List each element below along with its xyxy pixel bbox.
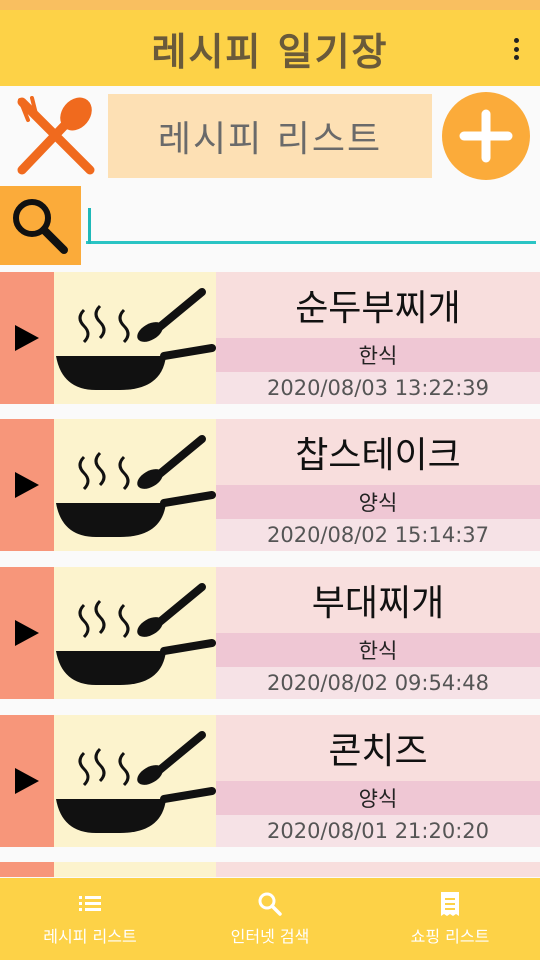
app-bar: 레시피 일기장 <box>0 10 540 86</box>
nav-label: 레시피 리스트 <box>43 927 137 946</box>
recipe-category: 양식 <box>216 485 540 519</box>
cooking-pan-icon <box>54 419 216 551</box>
recipe-card[interactable]: 찹스테이크 양식 2020/08/02 15:14:37 <box>0 419 540 551</box>
recipe-info: 부대찌개 한식 2020/08/02 09:54:48 <box>216 567 540 699</box>
recipe-category: 양식 <box>216 781 540 815</box>
nav-label: 쇼핑 리스트 <box>410 927 490 946</box>
nav-recipe-list[interactable]: 레시피 리스트 <box>0 878 180 960</box>
recipe-category: 한식 <box>216 633 540 667</box>
recipe-card[interactable]: 콘치즈 양식 2020/08/01 21:20:20 <box>0 715 540 847</box>
recipe-info: 콘치즈 양식 2020/08/01 21:20:20 <box>216 715 540 847</box>
recipe-name: 순두부찌개 <box>295 288 461 329</box>
nav-label: 인터넷 검색 <box>230 927 310 946</box>
play-icon <box>15 620 39 646</box>
play-icon <box>15 325 39 351</box>
recipe-date: 2020/08/01 21:20:20 <box>216 815 540 847</box>
recipe-date: 2020/08/02 09:54:48 <box>216 667 540 699</box>
list-title-box: 레시피 리스트 <box>108 94 432 178</box>
status-bar <box>0 0 540 10</box>
cooking-pan-icon <box>54 272 216 404</box>
recipe-category: 한식 <box>216 338 540 372</box>
play-button[interactable] <box>0 862 54 877</box>
recipe-date: 2020/08/03 13:22:39 <box>216 372 540 404</box>
cooking-pan-icon <box>54 567 216 699</box>
recipe-card[interactable]: 순두부찌개 한식 2020/08/03 13:22:39 <box>0 272 540 404</box>
search-icon <box>258 892 282 916</box>
text-cursor <box>88 208 91 244</box>
play-button[interactable] <box>0 715 54 847</box>
recipe-info: 찹스테이크 양식 2020/08/02 15:14:37 <box>216 419 540 551</box>
cooking-pan-icon <box>54 715 216 847</box>
cooking-pan-icon <box>54 862 216 877</box>
magnifier-icon <box>13 199 68 254</box>
recipe-card[interactable]: 부대찌개 한식 2020/08/02 09:54:48 <box>0 567 540 699</box>
add-recipe-button[interactable] <box>442 92 530 180</box>
list-icon <box>79 896 101 911</box>
plus-icon <box>459 109 513 163</box>
play-button[interactable] <box>0 419 54 551</box>
nav-internet-search[interactable]: 인터넷 검색 <box>180 878 360 960</box>
recipe-name: 콘치즈 <box>328 731 428 772</box>
recipe-name: 부대찌개 <box>311 583 445 624</box>
nav-shopping-list[interactable]: 쇼핑 리스트 <box>360 878 540 960</box>
recipe-card-partial[interactable] <box>0 862 540 877</box>
fork-spoon-icon <box>17 96 95 175</box>
recipe-info: 순두부찌개 한식 2020/08/03 13:22:39 <box>216 272 540 404</box>
play-icon <box>15 768 39 794</box>
play-icon <box>15 472 39 498</box>
receipt-icon <box>441 892 459 916</box>
overflow-menu-icon[interactable] <box>506 34 526 64</box>
list-header: 레시피 리스트 <box>0 86 540 186</box>
recipe-info <box>216 862 540 877</box>
search-row <box>0 186 540 266</box>
recipe-name: 찹스테이크 <box>295 435 461 476</box>
play-button[interactable] <box>0 272 54 404</box>
search-button[interactable] <box>0 186 81 265</box>
recipe-list[interactable]: 순두부찌개 한식 2020/08/03 13:22:39 찹스테이크 양식 20… <box>0 272 540 877</box>
bottom-navigation: 레시피 리스트 인터넷 검색 쇼핑 리스트 <box>0 878 540 960</box>
recipe-date: 2020/08/02 15:14:37 <box>216 519 540 551</box>
search-input[interactable] <box>86 204 536 244</box>
play-button[interactable] <box>0 567 54 699</box>
list-title: 레시피 리스트 <box>157 119 383 160</box>
app-title: 레시피 일기장 <box>151 29 389 74</box>
